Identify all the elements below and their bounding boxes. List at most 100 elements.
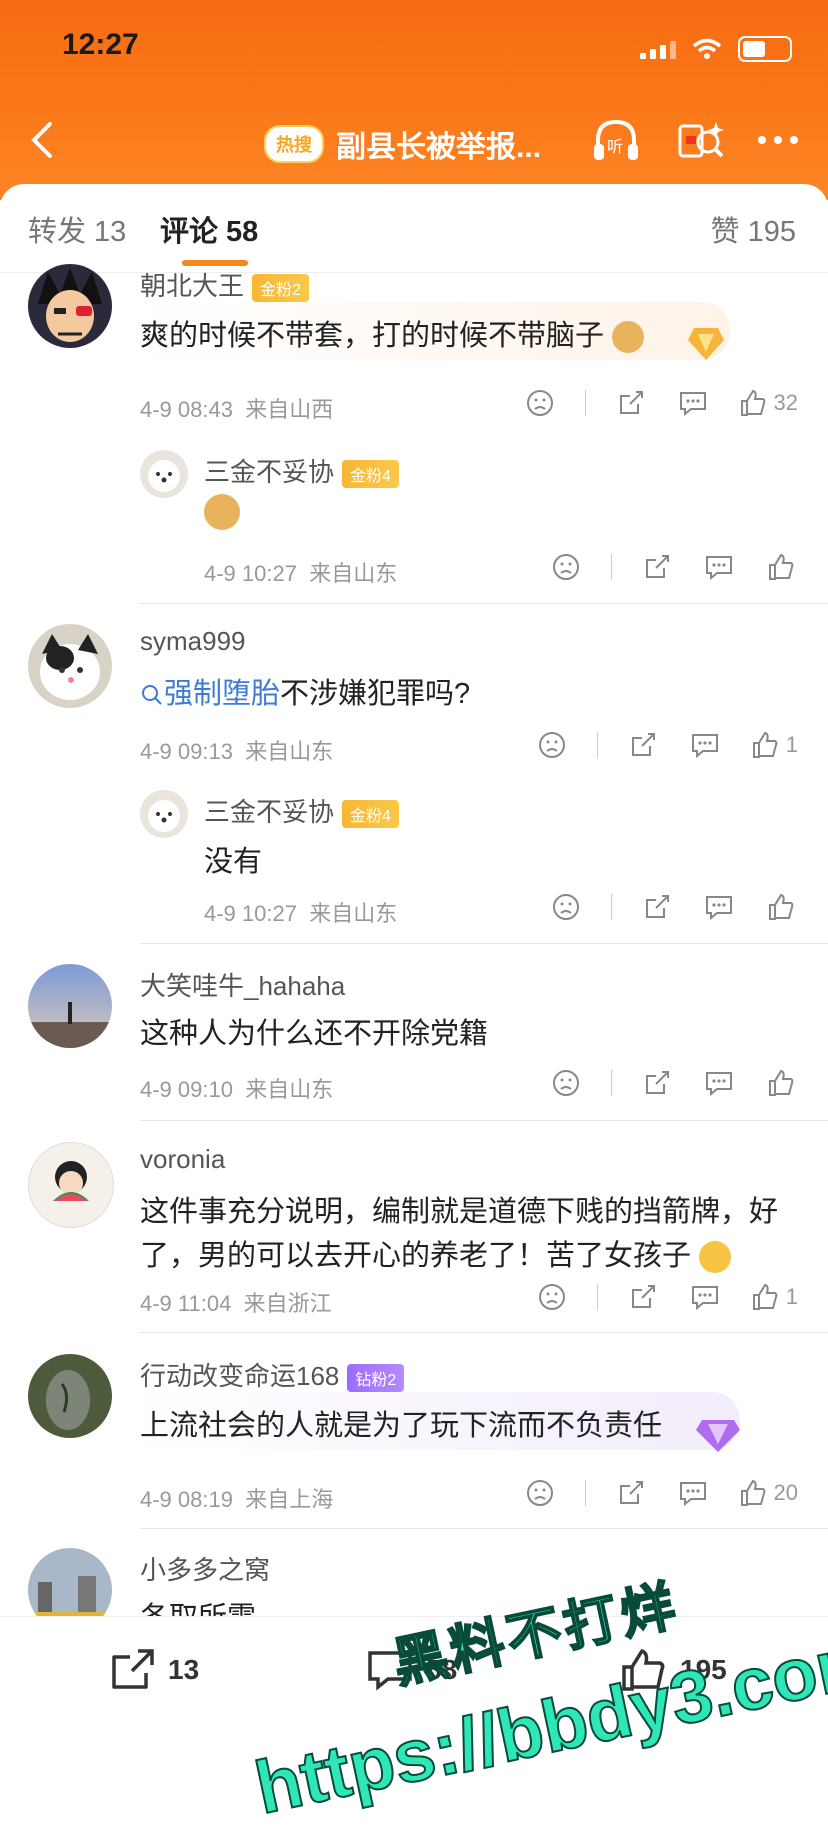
comment-text-line1: 这件事充分说明，编制就是道德下贱的挡箭牌，好 [140,1196,779,1228]
dislike-icon[interactable] [549,1066,583,1100]
red-packet-search-icon[interactable] [676,116,728,164]
like-button[interactable]: 1 [750,1282,798,1312]
battery-icon [738,36,792,62]
repost-button[interactable]: 13 [108,1647,199,1693]
comment-username[interactable]: 小多多之窝 [140,1550,270,1587]
comment-meta: 4-9 09:10 来自山东 [140,1072,333,1104]
headphones-icon[interactable]: 听 [590,116,642,164]
comment-text: 上流社会的人就是为了玩下流而不负责任 [140,1410,663,1442]
avatar[interactable] [28,624,112,708]
avatar[interactable] [140,790,188,838]
comment-username[interactable]: 大笑哇牛_hahaha [140,966,345,1003]
share-icon[interactable] [640,550,674,584]
reply-username[interactable]: 三金不妥协 金粉4 [204,792,399,829]
reply-icon[interactable] [676,1476,710,1510]
thumbs-up-icon [740,1479,765,1506]
comment-divider [140,1120,828,1121]
avatar[interactable] [28,1354,112,1438]
reply-actions [549,550,798,584]
dislike-icon[interactable] [549,890,583,924]
reply-icon[interactable] [702,890,736,924]
dislike-icon[interactable] [523,1476,557,1510]
share-icon[interactable] [640,890,674,924]
reply-icon[interactable] [702,1066,736,1100]
fan-badge: 金粉4 [342,460,399,489]
more-icon[interactable] [752,116,804,164]
share-icon[interactable] [640,1066,674,1100]
comment-location: 来自山西 [245,397,334,422]
repost-count: 13 [168,1654,200,1685]
reply-text: 没有 [204,846,263,878]
divider [611,554,612,580]
search-topic-link[interactable]: 强制堕胎 [140,678,280,710]
like-button[interactable]: 32 [738,388,798,418]
comment-divider [140,1332,828,1333]
share-icon[interactable] [626,1280,660,1314]
signal-icon [640,39,676,59]
divider [611,894,612,920]
comment-time: 4-9 11:04 [140,1291,232,1316]
divider [584,390,586,416]
back-icon[interactable] [24,118,64,162]
avatar[interactable] [28,1142,114,1228]
reply-icon[interactable] [688,728,722,762]
comment-text-content: 不涉嫌犯罪吗? [280,678,471,710]
tab-bar: 转发 13 评论 58 赞 195 [0,184,828,273]
like-count: 20 [773,1480,798,1505]
thumbs-up-icon[interactable] [764,890,798,924]
dislike-icon[interactable] [535,728,569,762]
search-icon [142,685,162,706]
comment-time: 4-9 08:19 [140,1487,233,1512]
reply-actions [549,890,798,924]
search-topic-text: 强制堕胎 [164,678,281,710]
reply-username[interactable]: 三金不妥协 金粉4 [204,452,399,489]
dislike-icon[interactable] [549,550,583,584]
thumbs-up-icon[interactable] [764,1066,798,1100]
username-text: 三金不妥协 [204,457,335,487]
nav-bar: 热搜 副县长被举报... 听 [0,112,828,168]
comment-time: 4-9 10:27 [204,561,297,586]
comment-text-content: 了，男的可以去开心的养老了！苦了女孩子 [140,1240,692,1272]
reply-meta: 4-9 10:27 来自山东 [204,556,397,588]
comment-username[interactable]: syma999 [140,626,246,657]
thumbs-up-icon[interactable] [764,550,798,584]
fan-badge: 钻粉2 [347,1364,405,1393]
avatar[interactable] [28,264,112,348]
like-button[interactable]: 1 [750,730,798,760]
reply-icon[interactable] [688,1280,722,1314]
comment-username[interactable]: 行动改变命运168 钻粉2 [140,1356,405,1393]
comment-username[interactable]: voronia [140,1144,225,1175]
like-button[interactable]: 20 [738,1478,798,1508]
diamond-icon [696,1420,740,1452]
tab-like[interactable]: 赞 195 [711,208,796,250]
share-icon[interactable] [614,386,648,420]
comment-meta: 4-9 11:04 来自浙江 [140,1286,332,1318]
avatar[interactable] [140,450,188,498]
hot-badge: 热搜 [264,125,324,163]
reply-icon[interactable] [676,386,710,420]
thumbs-up-icon [740,389,765,416]
share-icon[interactable] [626,728,660,762]
comment-divider [140,943,828,944]
repost-icon [112,1649,154,1689]
share-icon[interactable] [614,1476,648,1510]
comment-username[interactable]: 朝北大王 金粉2 [140,266,309,303]
doge-emoji-icon [612,321,645,354]
avatar[interactable] [28,964,112,1048]
like-count: 1 [785,1284,798,1309]
reply-icon[interactable] [702,550,736,584]
listen-label: 听 [607,137,623,156]
comment-location: 来自山东 [245,739,334,764]
hot-search-title[interactable]: 热搜 副县长被举报... [264,122,541,166]
dislike-icon[interactable] [523,386,557,420]
dislike-icon[interactable] [535,1280,569,1314]
comment-time: 4-9 09:13 [140,739,233,764]
fan-badge: 金粉4 [342,800,399,829]
comment-text: 这种人为什么还不开除党籍 [140,1018,489,1050]
status-time: 12:27 [62,28,139,61]
tab-comment[interactable]: 评论 58 [160,208,258,250]
comment-text-content: 爽的时候不带套，打的时候不带脑子 [140,320,605,352]
tab-repost[interactable]: 转发 13 [28,208,126,250]
gold-medal-icon [688,328,724,360]
divider [611,1070,612,1096]
